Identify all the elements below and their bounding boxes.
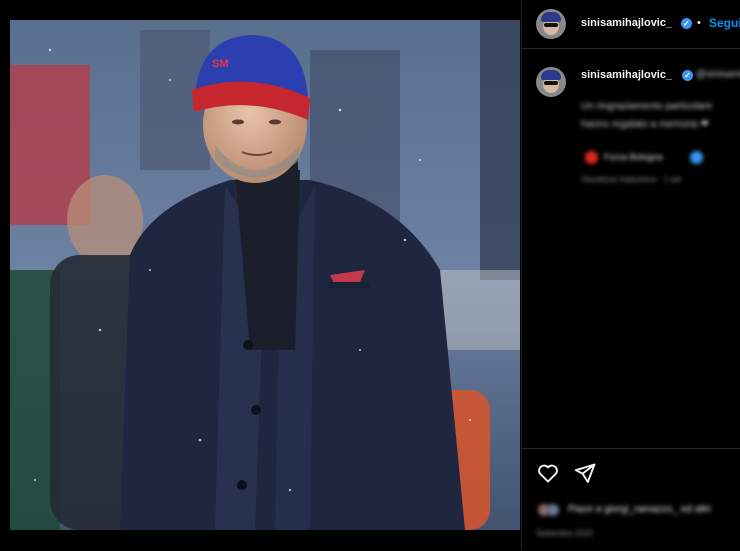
header-separator: •: [697, 17, 701, 29]
caption-line-1: Un ringraziamento particolare: [581, 101, 713, 112]
caption-tag[interactable]: Forza Bologna: [604, 152, 663, 162]
follow-button[interactable]: Segui: [709, 16, 740, 30]
post-image[interactable]: SM: [10, 20, 520, 530]
red-circle-emoji-icon: [585, 151, 598, 164]
caption-line-2: hanno regalato a memoria ❤: [581, 119, 709, 130]
author-avatar[interactable]: [536, 9, 566, 39]
post-side-panel: sinisamihajlovic_ ✓ • Segui sinisamihajl…: [521, 0, 740, 550]
hat-logo-text: SM: [212, 58, 229, 70]
blue-circle-emoji-icon: [690, 151, 703, 164]
post-header: sinisamihajlovic_ ✓ • Segui: [522, 0, 740, 49]
post-date: Settembre 2022: [536, 529, 593, 538]
likes-text[interactable]: Piace a giorgi_ramazzo_ ed altri: [568, 504, 711, 515]
verified-icon: ✓: [681, 18, 692, 29]
post-photo: SM: [10, 20, 520, 530]
send-icon[interactable]: [573, 461, 597, 485]
header-username[interactable]: sinisamihajlovic_: [581, 17, 672, 29]
caption-avatar[interactable]: [536, 67, 566, 97]
liker-avatar-2[interactable]: [547, 504, 559, 516]
caption-username[interactable]: sinisamihajlovic_: [581, 69, 672, 81]
caption-verified-icon: ✓: [682, 70, 693, 81]
heart-icon[interactable]: [536, 461, 560, 485]
caption-meta[interactable]: Visualizza traduzione · 1 set: [581, 175, 681, 184]
caption-mention[interactable]: @sinisamihajlovic: [696, 69, 740, 80]
post-actions-bar: Piace a giorgi_ramazzo_ ed altri Settemb…: [522, 448, 740, 551]
